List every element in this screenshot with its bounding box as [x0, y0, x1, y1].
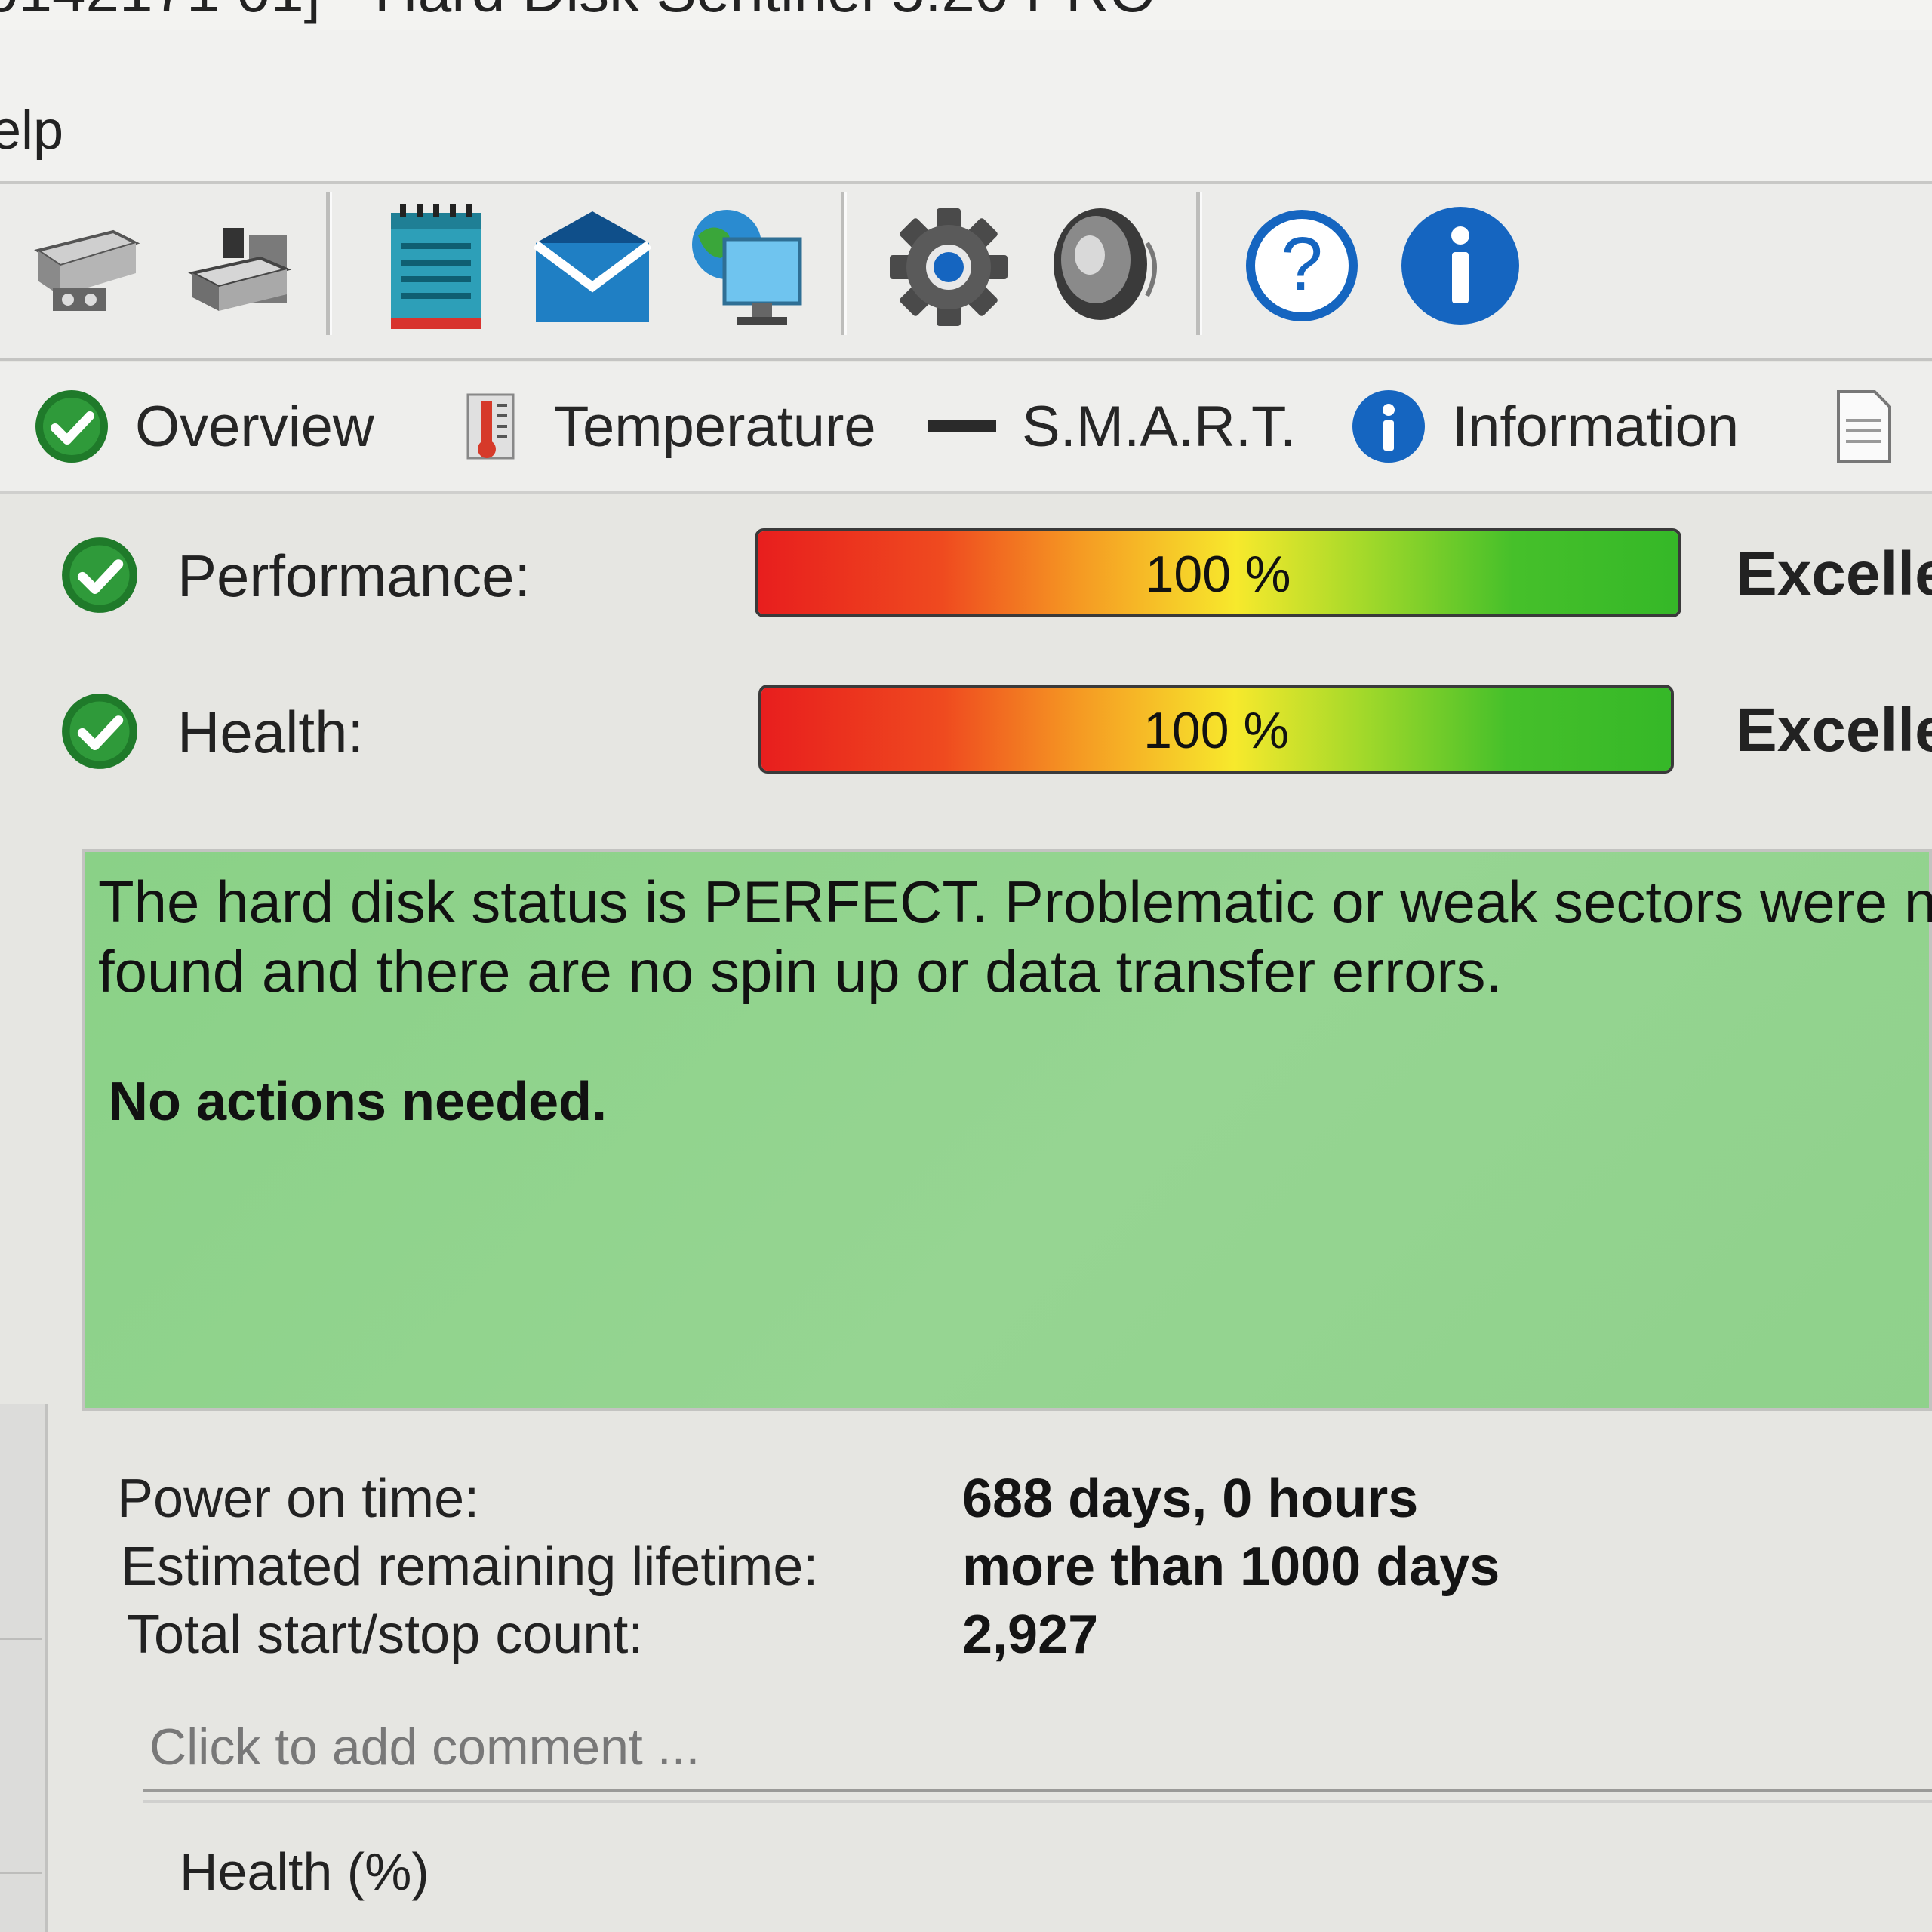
performance-row: Performance: 100 % Excellent	[60, 521, 1932, 626]
thermometer-icon	[453, 389, 528, 464]
settings-button[interactable]	[884, 198, 1013, 334]
toolbar-separator	[1196, 192, 1202, 335]
health-chart-header: Health (%)	[180, 1842, 429, 1901]
start-stop-count-row: Total start/stop count: 2,927	[127, 1604, 1932, 1672]
remaining-lifetime-row: Estimated remaining lifetime: more than …	[121, 1536, 1932, 1604]
settings-gear-icon	[890, 208, 1008, 326]
smart-bar-icon	[928, 389, 996, 464]
remaining-lifetime-value: more than 1000 days	[962, 1537, 1500, 1597]
tab-overview-label: Overview	[135, 394, 374, 459]
report-button[interactable]	[377, 198, 506, 334]
performance-rating: Excellent	[1736, 540, 1932, 608]
sound-button[interactable]	[1041, 198, 1170, 334]
comment-input[interactable]	[143, 1706, 1932, 1792]
health-label: Health:	[177, 699, 365, 765]
email-button[interactable]	[528, 198, 657, 334]
tab-overview[interactable]: Overview	[34, 385, 374, 468]
disk-test-button[interactable]	[23, 198, 151, 334]
health-bar: 100 %	[758, 685, 1674, 774]
health-rating: Excellent	[1736, 696, 1932, 764]
disk-surface-icon	[188, 228, 292, 311]
health-row: Health: 100 % Excellent	[60, 677, 1932, 783]
check-icon	[60, 692, 139, 771]
start-stop-count-value: 2,927	[962, 1604, 1099, 1665]
power-on-time-row: Power on time: 688 days, 0 hours	[117, 1468, 1928, 1536]
toolbar-separator	[326, 192, 332, 335]
performance-percent: 100 %	[1145, 546, 1291, 603]
help-icon: ?	[1246, 210, 1358, 321]
power-on-time-value: 688 days, 0 hours	[962, 1469, 1419, 1529]
tab-temperature-label: Temperature	[554, 394, 876, 459]
remaining-lifetime-label: Estimated remaining lifetime:	[121, 1537, 819, 1597]
svg-text:?: ?	[1281, 222, 1323, 306]
report-icon	[391, 204, 481, 329]
power-on-time-label: Power on time:	[117, 1469, 480, 1529]
side-panel-edge	[0, 1404, 48, 1932]
status-panel: The hard disk status is PERFECT. Problem…	[82, 849, 1932, 1411]
performance-bar: 100 %	[755, 528, 1681, 617]
info-icon	[1351, 389, 1426, 464]
menu-help[interactable]: elp	[0, 100, 63, 162]
about-info-icon	[1401, 207, 1519, 325]
email-icon	[533, 211, 652, 322]
network-icon	[692, 210, 802, 325]
tab-smart-label: S.M.A.R.T.	[1022, 394, 1297, 459]
menu-bar: elp	[0, 30, 1932, 184]
health-percent: 100 %	[1143, 702, 1289, 759]
side-panel-cell[interactable]	[0, 1411, 42, 1640]
check-icon	[60, 536, 139, 614]
toolbar: ?	[0, 184, 1932, 361]
tab-bar: Overview Temperature S.M.A.R.T. Informat…	[0, 362, 1932, 494]
start-stop-count-label: Total start/stop count:	[127, 1604, 644, 1665]
tab-smart[interactable]: S.M.A.R.T.	[928, 385, 1296, 468]
divider	[143, 1800, 1932, 1803]
network-button[interactable]	[683, 198, 811, 334]
tab-information-label: Information	[1452, 394, 1740, 459]
about-button[interactable]	[1396, 198, 1524, 334]
toolbar-separator	[841, 192, 847, 335]
tab-information[interactable]: Information	[1351, 385, 1739, 468]
tab-temperature[interactable]: Temperature	[453, 385, 876, 468]
check-icon	[34, 389, 109, 464]
help-button[interactable]: ?	[1238, 198, 1366, 334]
sound-icon	[1054, 208, 1157, 320]
tab-log[interactable]	[1834, 385, 1920, 468]
disk-test-icon	[34, 229, 140, 311]
status-action: No actions needed.	[109, 1072, 608, 1132]
status-message: The hard disk status is PERFECT. Problem…	[98, 869, 1932, 1004]
performance-label: Performance:	[177, 543, 531, 609]
window-title-bar: 0142171 01] - Hard Disk Sentinel 5.20 PR…	[0, 0, 1932, 30]
window-title: 0142171 01] - Hard Disk Sentinel 5.20 PR…	[0, 0, 1156, 26]
side-panel-cell[interactable]	[0, 1645, 42, 1874]
document-icon	[1834, 389, 1894, 464]
disk-surface-button[interactable]	[177, 198, 306, 334]
